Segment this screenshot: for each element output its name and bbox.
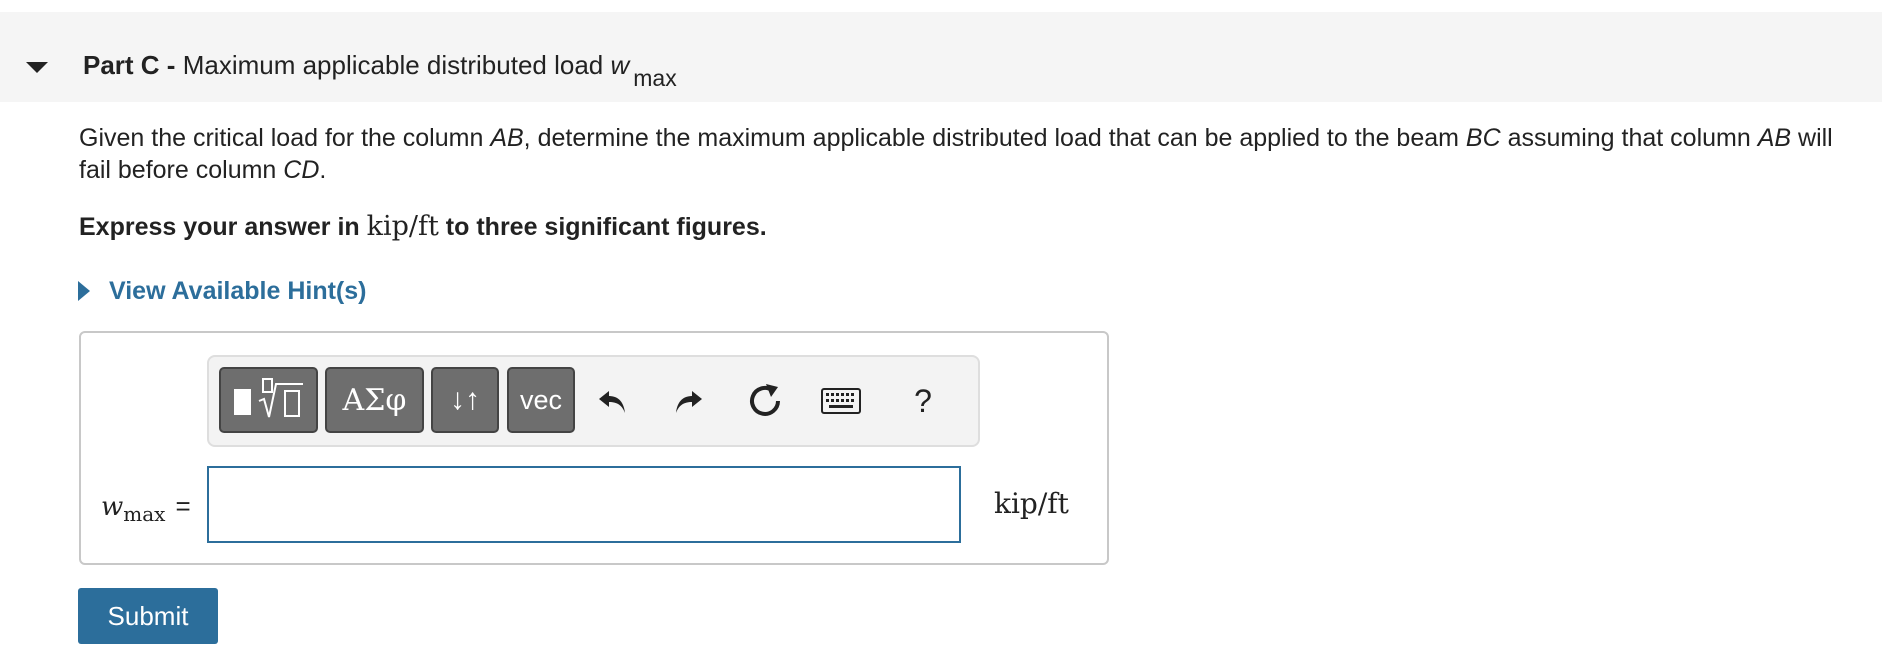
templates-icon (233, 378, 303, 418)
question-var: AB (490, 124, 524, 152)
redo-icon (676, 391, 702, 413)
help-button[interactable]: ? (891, 369, 955, 433)
keyboard-button[interactable] (809, 369, 873, 433)
answer-instructions: Express your answer in kip/ft to three s… (79, 209, 767, 245)
equals-sign: = (175, 491, 191, 521)
question-part: Given the critical load for the column (79, 124, 491, 152)
view-hints-link[interactable]: View Available Hint(s) (78, 274, 366, 308)
instructions-pre: Express your answer in (79, 213, 367, 241)
redo-button[interactable] (656, 369, 720, 433)
answer-var-sub: max (123, 502, 166, 526)
caret-down-icon[interactable] (26, 62, 48, 73)
answer-input[interactable] (207, 466, 961, 543)
view-hints-label: View Available Hint(s) (109, 276, 367, 305)
subscript-icon: ↓↑ (450, 383, 480, 416)
question-part: assuming that column (1500, 124, 1758, 152)
part-title-sub: max (633, 65, 677, 91)
help-icon: ? (914, 382, 932, 419)
instructions-post: to three significant figures. (438, 213, 767, 241)
answer-unit: kip/ft (994, 487, 1069, 520)
part-title-text: Maximum applicable distributed load (182, 50, 604, 80)
vector-icon: vec (519, 384, 563, 415)
subscript-superscript-button[interactable]: ↓↑ (431, 367, 499, 433)
part-title: Part C - Maximum applicable distributed … (83, 48, 677, 95)
question-var: CD (283, 156, 320, 184)
reset-icon (750, 384, 780, 416)
undo-button[interactable] (581, 369, 645, 433)
greek-button[interactable]: ΑΣφ (325, 367, 424, 433)
math-toolbar: ΑΣφ ↓↑ vec ? (207, 355, 980, 447)
part-label: Part C - (83, 50, 176, 80)
answer-variable-label: wmax = (101, 491, 191, 526)
templates-button[interactable] (219, 367, 318, 433)
vector-button[interactable]: vec (507, 367, 575, 433)
part-header[interactable]: Part C - Maximum applicable distributed … (0, 12, 1882, 102)
greek-icon: ΑΣφ (342, 382, 407, 418)
question-text: Given the critical load for the column A… (79, 122, 1869, 186)
keyboard-icon (821, 388, 861, 414)
instructions-unit: kip/ft (366, 211, 439, 242)
submit-button[interactable]: Submit (78, 588, 218, 644)
question-part: . (319, 156, 327, 184)
question-part: , determine the maximum applicable distr… (523, 124, 1466, 152)
question-var: AB (1757, 124, 1792, 152)
reset-button[interactable] (733, 369, 797, 433)
undo-icon (599, 391, 625, 413)
question-var: BC (1465, 124, 1501, 152)
caret-right-icon (78, 281, 90, 301)
part-title-var: w (610, 50, 630, 80)
answer-var: w (101, 492, 124, 522)
